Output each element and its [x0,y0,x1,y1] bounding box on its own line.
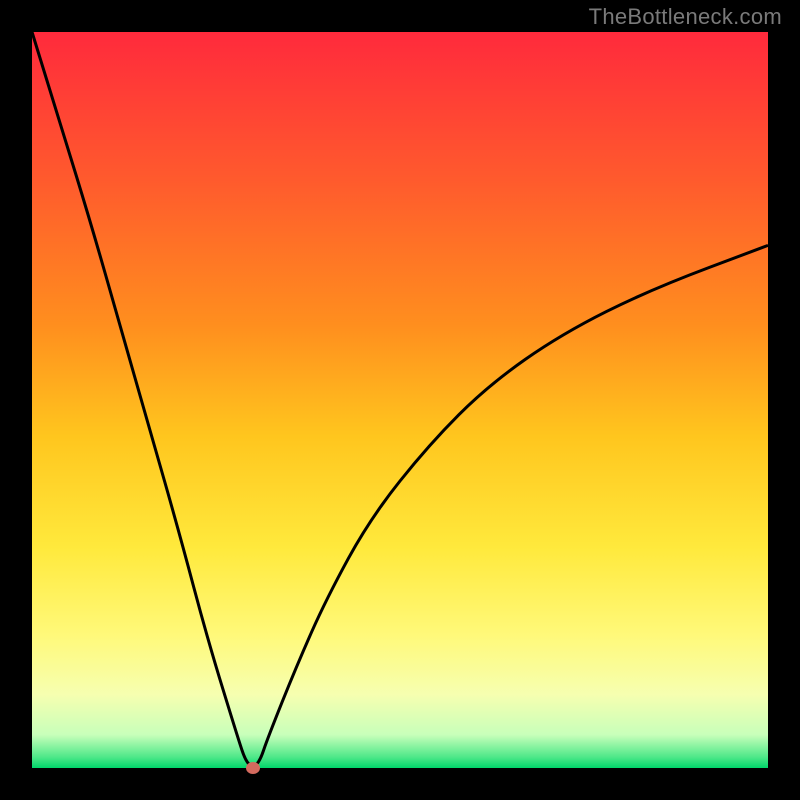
curve-path [32,32,768,766]
watermark-text: TheBottleneck.com [589,4,782,30]
bottleneck-curve [32,32,768,768]
plot-area [32,32,768,768]
chart-frame: TheBottleneck.com [0,0,800,800]
min-marker [246,762,260,774]
